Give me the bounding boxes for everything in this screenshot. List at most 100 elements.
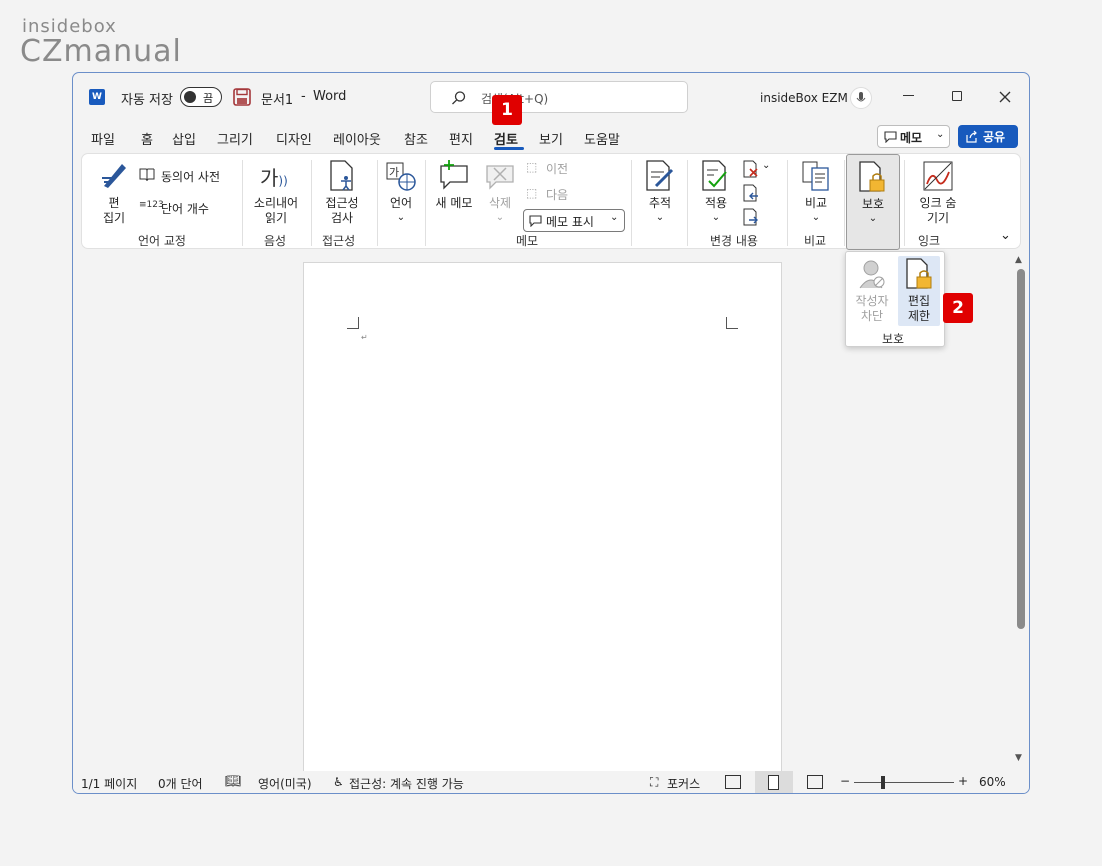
language-button[interactable]: 가 언어 ⌄ <box>380 158 422 228</box>
tab-help[interactable]: 도움말 <box>584 129 620 148</box>
group-label-changes: 변경 내용 <box>710 234 758 248</box>
tab-design[interactable]: 디자인 <box>276 129 312 148</box>
proofing-status-icon[interactable]: 📖︎ <box>225 774 242 789</box>
hide-ink-button[interactable]: 잉크 숨 기기 <box>908 158 968 226</box>
minimize-icon[interactable] <box>903 95 914 96</box>
zoom-slider-track[interactable] <box>854 782 954 783</box>
book-icon <box>139 168 155 182</box>
tab-layout[interactable]: 레이아웃 <box>333 129 381 148</box>
chevron-down-icon: ⌄ <box>868 213 878 224</box>
word-count-button[interactable]: ≡123 단어 개수 <box>139 198 229 218</box>
tab-insert[interactable]: 삽입 <box>172 129 196 148</box>
restrict-editing-label: 편집 제한 <box>907 294 931 323</box>
spelling-pen-icon <box>102 164 126 188</box>
ribbon-separator <box>242 160 243 246</box>
search-box[interactable]: 검색(Alt+Q) <box>430 81 688 113</box>
chevron-down-icon: ⌄ <box>655 212 665 223</box>
scroll-thumb[interactable] <box>1017 269 1025 629</box>
ribbon-separator <box>687 160 688 246</box>
comment-icon <box>884 131 897 143</box>
compare-button[interactable]: 비교 ⌄ <box>794 158 838 226</box>
read-mode-icon[interactable] <box>725 775 741 789</box>
accept-icon <box>702 160 727 191</box>
vertical-scrollbar[interactable]: ▲ ▼ <box>1011 253 1029 769</box>
save-icon[interactable] <box>233 88 251 110</box>
zoom-in-button[interactable]: + <box>958 774 968 788</box>
autosave-toggle[interactable]: 끔 <box>180 87 222 107</box>
app-name: Word <box>313 89 347 104</box>
group-label-protect: 보호 <box>882 332 905 346</box>
zoom-out-button[interactable]: − <box>840 774 850 788</box>
previous-comment-label: 이전 <box>546 162 569 176</box>
chevron-down-icon: ⌄ <box>396 212 406 223</box>
restrict-editing-button[interactable]: 편집 제한 <box>898 256 940 326</box>
focus-mode[interactable]: 포커스 <box>667 775 700 792</box>
print-layout-button[interactable] <box>755 771 793 793</box>
margin-mark-left <box>347 317 359 329</box>
autosave-label: 자동 저장 <box>121 93 173 108</box>
lock-document-icon <box>906 258 932 289</box>
tab-file[interactable]: 파일 <box>91 129 115 148</box>
spelling-label: 편 집기 <box>102 196 126 225</box>
maximize-icon[interactable] <box>952 91 962 101</box>
thesaurus-button[interactable]: 동의어 사전 <box>139 166 229 186</box>
tab-review[interactable]: 검토 <box>494 129 518 148</box>
read-aloud-button[interactable]: 가)) 소리내어 읽기 <box>248 158 304 228</box>
hide-ink-icon <box>923 161 953 191</box>
next-change-icon[interactable] <box>742 208 760 226</box>
spelling-button[interactable]: 편 집기 <box>92 158 136 226</box>
share-button[interactable]: 공유 <box>958 125 1018 148</box>
read-aloud-icon: 가)) <box>260 166 288 190</box>
chevron-down-icon: ⌄ <box>495 212 505 223</box>
hide-ink-label: 잉크 숨 기기 <box>919 196 957 225</box>
language-status[interactable]: 영어(미국) <box>258 775 312 792</box>
tab-home[interactable]: 홈 <box>141 129 153 148</box>
chevron-down-icon: ⌄ <box>811 212 821 223</box>
lock-document-icon <box>859 161 885 192</box>
tracking-button[interactable]: 추적 ⌄ <box>638 158 682 226</box>
word-count[interactable]: 0개 단어 <box>158 775 203 792</box>
scroll-up-icon[interactable]: ▲ <box>1015 255 1022 265</box>
accessibility-status[interactable]: 접근성: 계속 진행 가능 <box>349 775 464 792</box>
toggle-knob <box>184 91 196 103</box>
user-name[interactable]: insideBox EZM <box>760 91 848 105</box>
new-comment-button[interactable]: 새 메모 <box>432 158 476 218</box>
comments-button[interactable]: 메모 ⌄ <box>877 125 950 148</box>
language-icon: 가 <box>386 162 416 191</box>
tab-mailings[interactable]: 편지 <box>449 129 473 148</box>
print-layout-icon <box>768 775 779 790</box>
page-count[interactable]: 1/1 페이지 <box>81 775 137 792</box>
title-separator: - <box>301 89 306 104</box>
word-logo-icon: W <box>89 89 105 105</box>
protect-button[interactable]: 보호 ⌄ <box>846 154 900 250</box>
new-comment-icon <box>440 160 468 190</box>
group-label-accessibility: 접근성 <box>322 234 356 248</box>
accessibility-check-button[interactable]: 접근성 검사 <box>314 158 370 228</box>
tab-draw[interactable]: 그리기 <box>217 129 253 148</box>
tab-references[interactable]: 참조 <box>404 129 428 148</box>
previous-change-icon[interactable] <box>742 184 760 202</box>
tracking-label: 추적 <box>648 196 672 210</box>
share-button-label: 공유 <box>983 130 1006 144</box>
zoom-level[interactable]: 60% <box>979 775 1006 789</box>
microphone-icon[interactable] <box>850 87 872 109</box>
document-page[interactable]: ↵ <box>303 262 782 782</box>
chevron-down-icon: ⌄ <box>610 212 619 223</box>
tab-view[interactable]: 보기 <box>539 129 563 148</box>
zoom-slider-thumb[interactable] <box>881 776 885 789</box>
show-comments-button[interactable]: 메모 표시 ⌄ <box>523 209 625 232</box>
autosave-state: 끔 <box>203 92 214 105</box>
accept-button[interactable]: 적용 ⌄ <box>696 158 736 226</box>
scroll-down-icon[interactable]: ▼ <box>1015 753 1022 763</box>
protect-label: 보호 <box>861 197 885 211</box>
web-layout-icon[interactable] <box>807 775 823 789</box>
ribbon-separator <box>311 160 312 246</box>
thesaurus-label: 동의어 사전 <box>161 170 221 184</box>
close-icon[interactable] <box>999 91 1011 103</box>
previous-comment-button: ⬚ 이전 <box>526 160 586 178</box>
collapse-ribbon-icon[interactable]: ⌄ <box>1000 228 1011 243</box>
ribbon-separator <box>787 160 788 246</box>
reject-icon[interactable] <box>742 160 760 178</box>
chevron-down-icon[interactable]: ⌄ <box>762 160 770 171</box>
margin-mark-right <box>726 317 738 329</box>
